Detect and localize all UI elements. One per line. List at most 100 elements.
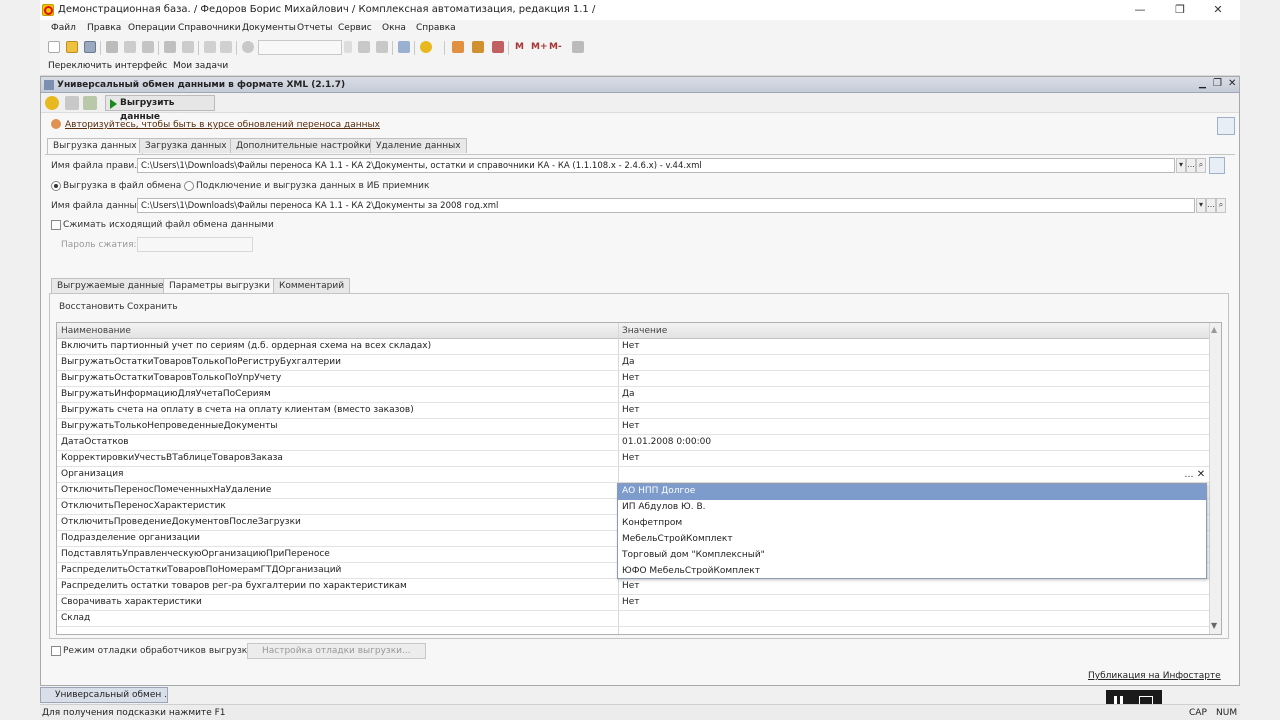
preview-icon[interactable] — [182, 41, 194, 53]
subtab-export-params[interactable]: Параметры выгрузки — [163, 278, 277, 294]
table-row[interactable]: Включить партионный учет по сериям (д.б.… — [57, 339, 1209, 355]
menu-reports[interactable]: Отчеты — [297, 23, 333, 33]
save-button[interactable]: Сохранить — [127, 302, 178, 312]
search-icon[interactable] — [242, 41, 254, 53]
subtab-exported-data[interactable]: Выгружаемые данные — [51, 278, 170, 293]
find-next-icon[interactable] — [358, 41, 370, 53]
param-value[interactable]: Нет — [622, 597, 640, 607]
table-row[interactable]: ВыгружатьОстаткиТоваровТолькоПоУпрУчету Н… — [57, 371, 1209, 387]
table-row[interactable]: ДатаОстатков 01.01.2008 0:00:00 — [57, 435, 1209, 451]
windows-icon[interactable] — [398, 41, 410, 53]
rules-file-field[interactable]: C:\Users\1\Downloads\Файлы переноса КА 1… — [137, 158, 1175, 173]
param-value[interactable]: Нет — [622, 453, 640, 463]
dropdown-option[interactable]: ИП Абдулов Ю. В. — [618, 500, 1206, 516]
data-file-field[interactable]: C:\Users\1\Downloads\Файлы переноса КА 1… — [137, 198, 1195, 213]
memory-minus-icon[interactable]: M- — [549, 42, 562, 52]
switch-interface-button[interactable]: Переключить интерфейс — [48, 61, 167, 71]
table-row[interactable]: Выгружать счета на оплату в счета на опл… — [57, 403, 1209, 419]
my-tasks-button[interactable]: Мои задачи — [173, 61, 228, 71]
redo-icon[interactable] — [220, 41, 232, 53]
debug-settings-button[interactable]: Настройка отладки выгрузки... — [247, 643, 426, 659]
param-value[interactable]: Да — [622, 357, 635, 367]
form-restore-button[interactable]: ❐ — [1213, 78, 1222, 89]
form-minimize-button[interactable]: ▁ — [1199, 79, 1206, 89]
data-file-open-button[interactable]: ⌕ — [1216, 198, 1226, 213]
table-icon[interactable] — [492, 41, 504, 53]
search-input[interactable] — [258, 40, 342, 55]
dropdown-option[interactable]: Конфетпром — [618, 516, 1206, 532]
organization-dropdown[interactable]: АО НПП Долгое ИП Абдулов Ю. В. Конфетпром М… — [617, 483, 1207, 579]
table-row[interactable]: ВыгружатьТолькоНепроведенныеДокументы Нет — [57, 419, 1209, 435]
param-value[interactable]: Нет — [622, 341, 640, 351]
param-value[interactable]: Нет — [622, 405, 640, 415]
table-row[interactable]: Сворачивать характеристики Нет — [57, 595, 1209, 611]
tools-icon[interactable] — [572, 41, 584, 53]
close-button[interactable]: ✕ — [1208, 2, 1228, 18]
memory-plus-icon[interactable]: M+ — [531, 42, 548, 52]
tab-additional[interactable]: Дополнительные настройки — [230, 138, 377, 153]
restore-button[interactable]: Восстановить — [59, 302, 124, 312]
dropdown-option[interactable]: ЮФО МебельСтройКомплект — [618, 564, 1206, 580]
menu-file[interactable]: Файл — [51, 23, 76, 33]
table-row[interactable]: Склад — [57, 611, 1209, 627]
load-settings-icon[interactable] — [83, 96, 97, 110]
memory-m-icon[interactable]: M — [515, 42, 524, 52]
refresh-icon[interactable] — [1217, 117, 1235, 135]
undo-icon[interactable] — [204, 41, 216, 53]
save-icon[interactable] — [84, 41, 96, 53]
radio-export-to-ib[interactable] — [184, 181, 194, 191]
password-field[interactable] — [137, 237, 253, 252]
rules-open-button[interactable]: ⌕ — [1196, 158, 1206, 173]
cut-icon[interactable] — [106, 41, 118, 53]
param-value[interactable]: Нет — [622, 581, 640, 591]
menu-windows[interactable]: Окна — [382, 23, 406, 33]
subtab-comment[interactable]: Комментарий — [273, 278, 351, 293]
export-data-button[interactable]: Выгрузить данные — [105, 95, 215, 122]
taskbar-item[interactable]: Универсальный обмен ... — [40, 687, 168, 703]
reload-rules-icon[interactable] — [1209, 157, 1225, 174]
param-value[interactable]: Нет — [622, 373, 640, 383]
debug-mode-checkbox[interactable] — [51, 646, 61, 656]
menu-documents[interactable]: Документы — [242, 23, 296, 33]
table-scrollbar[interactable]: ▲ ▼ — [1209, 323, 1221, 634]
org-clear-icon[interactable]: ✕ — [1195, 469, 1207, 481]
rules-choose-button[interactable]: … — [1186, 158, 1196, 173]
form-close-button[interactable]: ✕ — [1228, 78, 1236, 89]
radio-export-to-file[interactable] — [51, 181, 61, 191]
org-choose-button[interactable]: … — [1183, 470, 1195, 482]
info-icon[interactable] — [420, 41, 432, 53]
data-file-choose-button[interactable]: … — [1206, 198, 1216, 213]
menu-service[interactable]: Сервис — [338, 23, 372, 33]
table-row[interactable]: Организация — [57, 467, 1209, 483]
auth-link[interactable]: Авторизуйтесь, чтобы быть в курсе обновл… — [65, 120, 380, 130]
print-icon[interactable] — [164, 41, 176, 53]
menu-help[interactable]: Справка — [416, 23, 456, 33]
data-file-dropdown-button[interactable]: ▾ — [1196, 198, 1206, 213]
settings-icon[interactable] — [65, 96, 79, 110]
dropdown-option[interactable]: Торговый дом "Комплексный" — [618, 548, 1206, 564]
tab-export[interactable]: Выгрузка данных — [47, 138, 143, 154]
chevron-down-icon[interactable] — [344, 41, 352, 53]
copy-icon[interactable] — [124, 41, 136, 53]
param-value[interactable]: Нет — [622, 421, 640, 431]
table-row[interactable]: ВыгружатьОстаткиТоваровТолькоПоРегиструБ… — [57, 355, 1209, 371]
dropdown-option[interactable]: МебельСтройКомплект — [618, 532, 1206, 548]
compress-checkbox[interactable] — [51, 220, 61, 230]
tab-delete[interactable]: Удаление данных — [370, 138, 467, 153]
menu-operations[interactable]: Операции — [128, 23, 176, 33]
param-value[interactable]: Да — [622, 389, 635, 399]
find-prev-icon[interactable] — [376, 41, 388, 53]
table-row[interactable]: ВыгружатьИнформациюДляУчетаПоСериям Да — [57, 387, 1209, 403]
minimize-button[interactable]: — — [1130, 2, 1150, 18]
paste-icon[interactable] — [142, 41, 154, 53]
help-icon[interactable] — [45, 96, 59, 110]
param-value[interactable]: 01.01.2008 0:00:00 — [622, 437, 711, 447]
tab-import[interactable]: Загрузка данных — [139, 138, 233, 153]
rules-dropdown-button[interactable]: ▾ — [1176, 158, 1186, 173]
menu-catalogs[interactable]: Справочники — [178, 23, 241, 33]
maximize-button[interactable]: ❐ — [1170, 2, 1190, 18]
calculator-icon[interactable] — [452, 41, 464, 53]
open-icon[interactable] — [66, 41, 78, 53]
table-row[interactable]: КорректировкиУчестьВТаблицеТоваровЗаказа… — [57, 451, 1209, 467]
menu-edit[interactable]: Правка — [87, 23, 121, 33]
